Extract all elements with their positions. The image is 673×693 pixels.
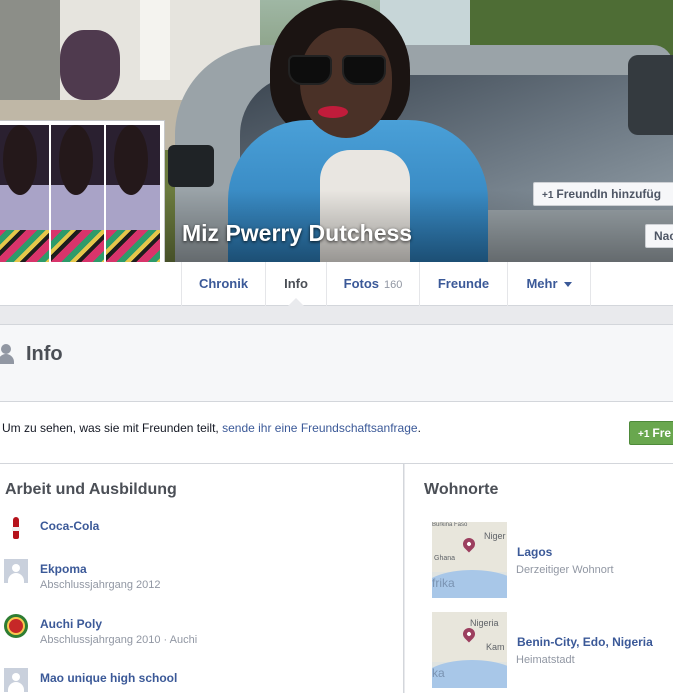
work-item-detail: Abschlussjahrgang 2010 · Auchi (40, 634, 198, 646)
place-detail: Derzeitiger Wohnort (516, 564, 614, 576)
profile-tabs: Chronik Info Fotos 160 Freunde Mehr (0, 262, 673, 306)
school-crest-icon[interactable] (4, 614, 28, 638)
tab-chronik[interactable]: Chronik (181, 262, 265, 306)
list-item: Ekpoma Abschlussjahrgang 2012 (0, 559, 403, 599)
place-name[interactable]: Benin-City, Edo, Nigeria (517, 635, 653, 649)
work-item-name[interactable]: Mao unique high school (40, 671, 177, 685)
work-item-detail: Abschlussjahrgang 2012 (40, 579, 161, 591)
add-friend-icon: +1 (638, 429, 650, 440)
add-friend-icon: +1 (542, 190, 554, 201)
tab-mehr[interactable]: Mehr (507, 262, 591, 306)
default-page-icon[interactable] (4, 668, 28, 692)
work-education-section: Arbeit und Ausbildung Coca-Cola Ekpoma A… (0, 464, 404, 693)
list-item: Nigeria Kam ka Benin-City, Edo, Nigeria … (405, 612, 673, 688)
work-item-name[interactable]: Ekpoma (40, 562, 87, 576)
info-header: Info (0, 324, 673, 402)
tab-freunde[interactable]: Freunde (419, 262, 507, 306)
friend-request-notice: Um zu sehen, was sie mit Freunden teilt,… (0, 402, 673, 464)
profile-name[interactable]: Miz Pwerry Dutchess (182, 220, 412, 247)
map-thumbnail[interactable]: Nigeria Kam ka (432, 612, 507, 688)
active-tab-indicator (288, 298, 304, 306)
place-name[interactable]: Lagos (517, 545, 552, 559)
map-thumbnail[interactable]: Burkina Faso Niger Ghana frika (432, 522, 507, 598)
place-detail: Heimatstadt (516, 654, 575, 666)
list-item: Burkina Faso Niger Ghana frika Lagos Der… (405, 522, 673, 598)
coca-cola-icon[interactable] (4, 516, 28, 540)
work-education-title: Arbeit und Ausbildung (5, 481, 177, 498)
add-friend-button-small[interactable]: +1 Fre (629, 421, 673, 445)
work-item-name[interactable]: Auchi Poly (40, 617, 102, 631)
tab-fotos[interactable]: Fotos 160 (326, 262, 419, 306)
work-item-name[interactable]: Coca-Cola (40, 519, 99, 533)
chevron-down-icon (563, 282, 572, 288)
person-icon (0, 344, 14, 364)
info-title: Info (26, 343, 63, 365)
message-button[interactable]: Nac (645, 224, 673, 248)
list-item: Coca-Cola (0, 516, 403, 556)
add-friend-button[interactable]: +1 FreundIn hinzufüg (533, 182, 673, 206)
default-page-icon[interactable] (4, 559, 28, 583)
photo-count: 160 (384, 279, 403, 291)
places-title: Wohnorte (424, 481, 499, 498)
list-item: Mao unique high school (0, 668, 403, 693)
send-friend-request-link[interactable]: sende ihr eine Freundschaftsanfrage (222, 421, 417, 435)
list-item: Auchi Poly Abschlussjahrgang 2010 · Auch… (0, 614, 403, 654)
places-section: Wohnorte Burkina Faso Niger Ghana frika … (405, 464, 673, 693)
